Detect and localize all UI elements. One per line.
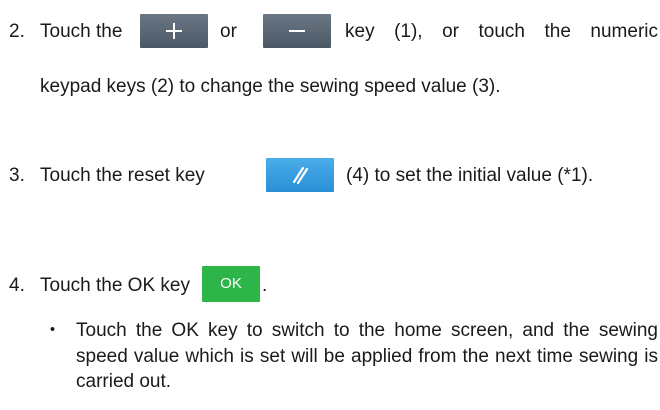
step-number: 2. (9, 21, 25, 42)
step-text: . (262, 275, 268, 296)
step-text: Touch the reset key (40, 165, 205, 186)
step-2-line-2: keypad keys (2) to change the sewing spe… (40, 75, 501, 99)
step-number: 4. (9, 275, 25, 296)
step-text: keypad keys (2) to change the sewing spe… (40, 76, 501, 97)
reset-slashes-icon (292, 166, 309, 185)
step-text: Touch the OK key (40, 275, 190, 296)
step-text: Touch the (40, 21, 123, 42)
step-text: (4) to set the initial value (*1). (346, 165, 594, 186)
plus-key-icon (140, 14, 208, 48)
note-text: Touch the OK key to switch to the home s… (76, 320, 658, 392)
note-bullet: ・ (43, 320, 63, 341)
step-number: 3. (9, 165, 25, 186)
minus-key-icon (263, 14, 331, 48)
reset-key-icon (266, 158, 334, 192)
ok-key-icon: OK (202, 266, 260, 302)
step-text: or (220, 21, 237, 42)
step-text: key (1), or touch the numeric (345, 21, 658, 42)
